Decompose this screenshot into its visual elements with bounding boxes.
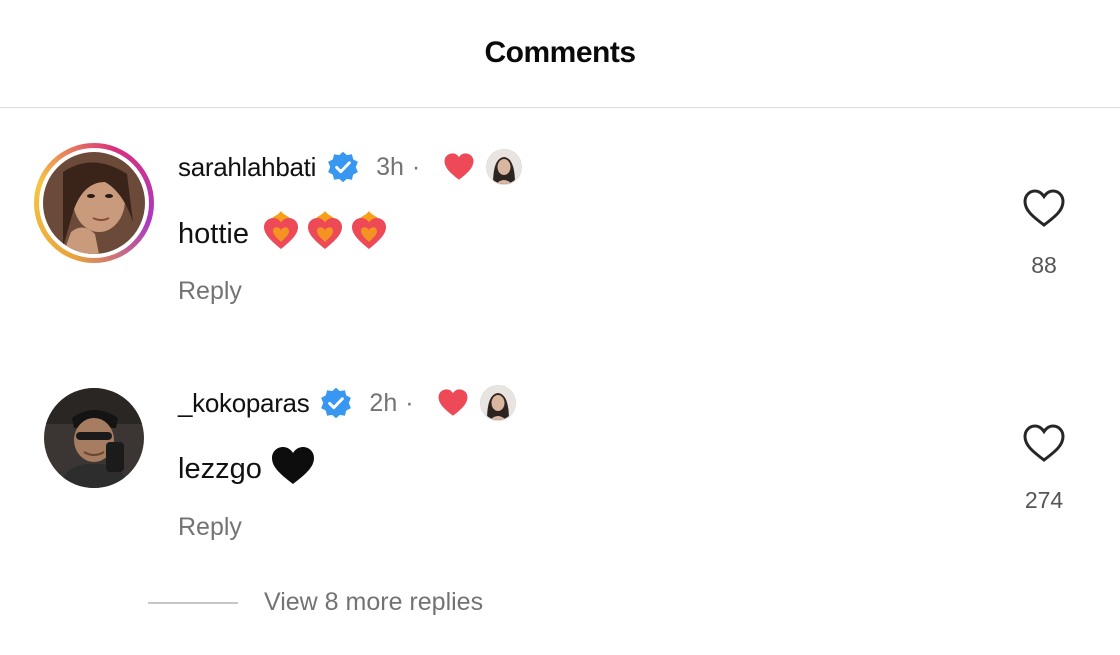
verified-badge-icon	[321, 387, 352, 419]
page-title: Comments	[484, 35, 636, 69]
avatar[interactable]	[44, 388, 144, 488]
author-avatar	[479, 385, 516, 421]
username[interactable]: _kokoparas	[178, 388, 310, 419]
timestamp: 2h	[369, 388, 398, 417]
avatar[interactable]	[34, 143, 154, 263]
separator-dot: ·	[411, 152, 421, 181]
like-count: 274	[1024, 487, 1064, 513]
author-avatar	[486, 149, 523, 185]
red-heart-icon	[444, 153, 474, 180]
view-more-replies[interactable]: View 8 more replies	[148, 588, 483, 617]
heart-outline-icon[interactable]	[1022, 188, 1066, 228]
reply-button[interactable]: Reply	[178, 513, 242, 542]
username[interactable]: sarahlahbati	[178, 152, 316, 183]
heart-on-fire-emoji	[305, 209, 345, 259]
view-more-replies-label[interactable]: View 8 more replies	[264, 588, 483, 617]
like-count: 88	[1031, 252, 1057, 278]
comment-text: hottie	[178, 217, 249, 250]
separator-dot: ·	[405, 388, 414, 417]
heart-outline-icon[interactable]	[1022, 423, 1066, 463]
divider-line	[148, 601, 238, 604]
comments-header: Comments	[0, 0, 1120, 108]
story-ring	[34, 143, 154, 263]
verified-badge-icon	[328, 151, 358, 183]
heart-on-fire-emoji	[349, 209, 389, 259]
reply-button[interactable]: Reply	[178, 277, 242, 306]
black-heart-emoji	[270, 444, 316, 494]
timestamp: 3h	[376, 152, 404, 181]
comment-text: lezzgo	[178, 452, 262, 485]
heart-on-fire-emoji	[261, 209, 301, 259]
red-heart-icon	[438, 389, 468, 416]
